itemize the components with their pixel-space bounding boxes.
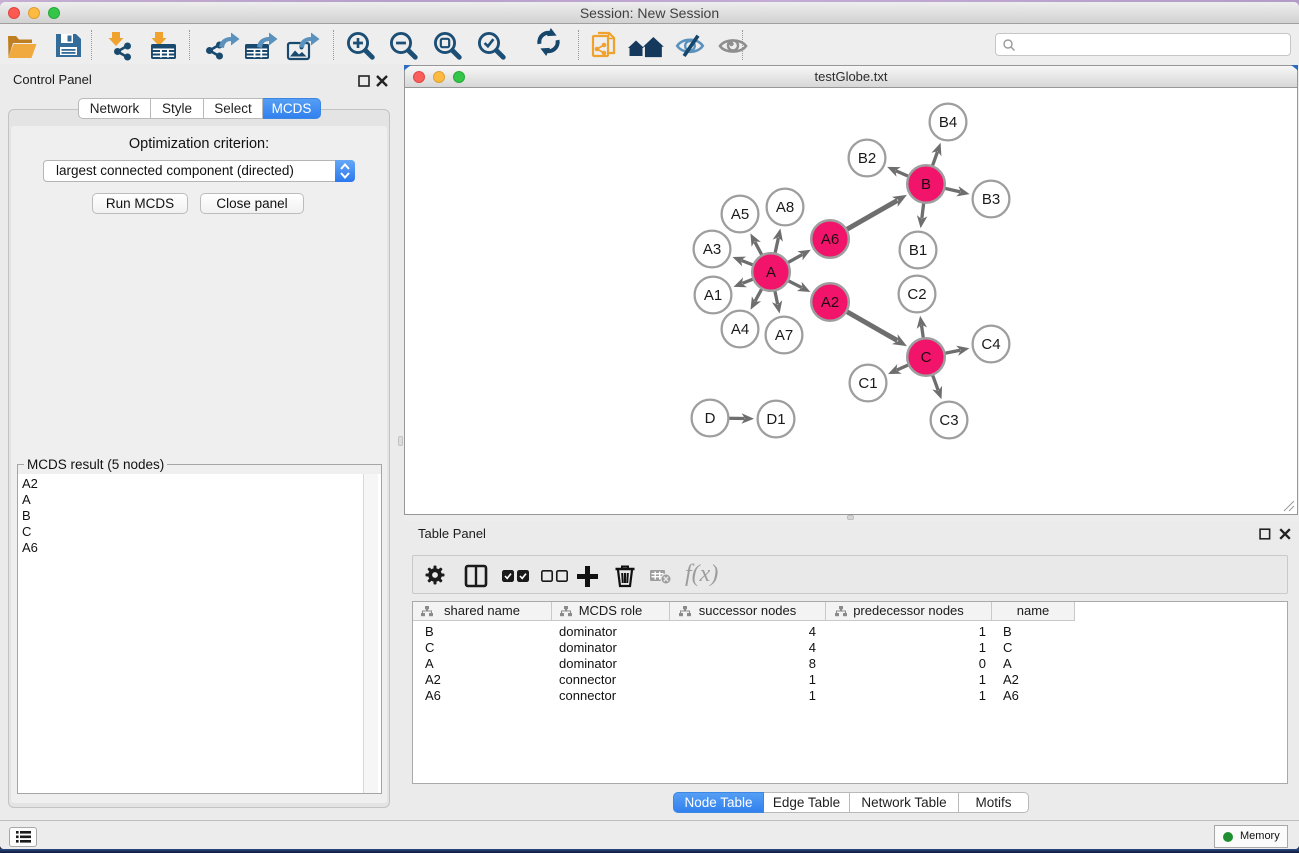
svg-text:f(x): f(x) <box>685 561 718 587</box>
svg-text:C3: C3 <box>939 412 958 429</box>
svg-text:A1: A1 <box>704 287 722 304</box>
svg-text:A7: A7 <box>775 327 793 344</box>
svg-text:B4: B4 <box>939 114 957 131</box>
svg-text:C2: C2 <box>907 286 926 303</box>
svg-text:A2: A2 <box>821 294 839 311</box>
svg-text:C: C <box>921 349 932 366</box>
svg-text:A: A <box>766 264 776 281</box>
svg-text:B1: B1 <box>909 242 927 259</box>
svg-text:A6: A6 <box>821 231 839 248</box>
svg-text:A5: A5 <box>731 206 749 223</box>
svg-text:C1: C1 <box>858 375 877 392</box>
svg-text:C4: C4 <box>981 336 1000 353</box>
svg-text:B: B <box>921 176 931 193</box>
svg-text:D: D <box>705 410 716 427</box>
svg-text:A4: A4 <box>731 321 749 338</box>
svg-text:B2: B2 <box>858 150 876 167</box>
svg-text:B3: B3 <box>982 191 1000 208</box>
svg-text:A8: A8 <box>776 199 794 216</box>
svg-text:A3: A3 <box>703 241 721 258</box>
svg-text:D1: D1 <box>766 411 785 428</box>
